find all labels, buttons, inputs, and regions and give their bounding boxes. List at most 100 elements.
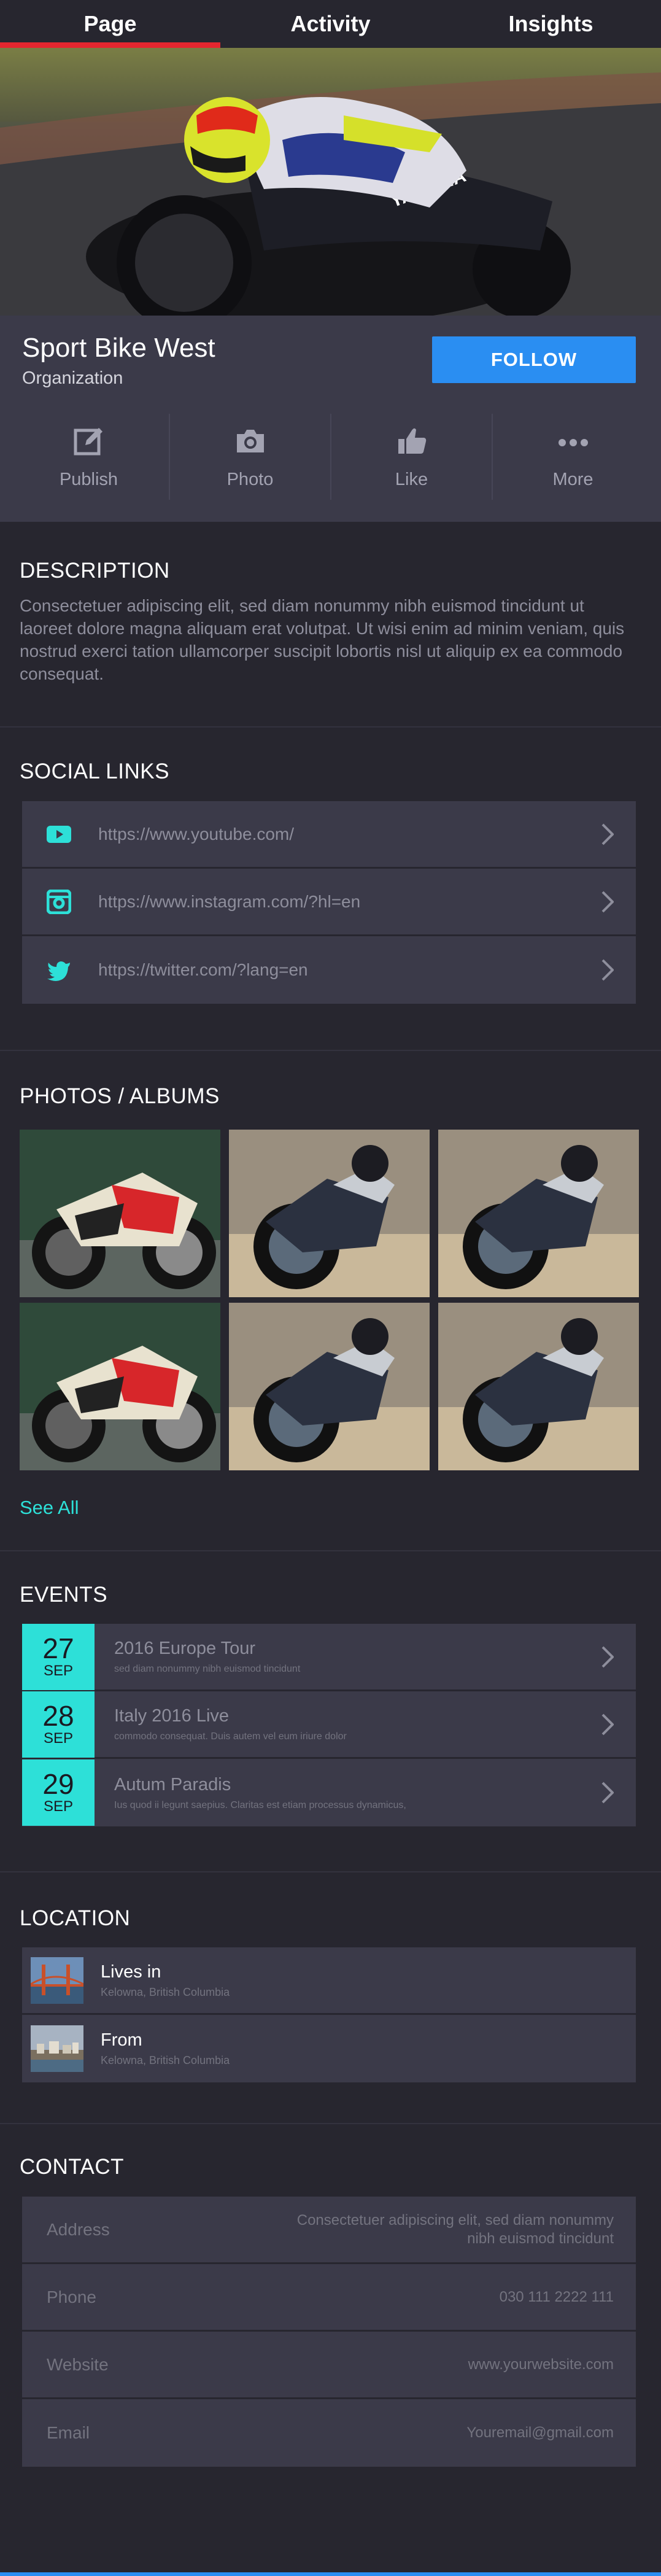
events-heading: EVENTS [20,1583,108,1607]
like-label: Like [395,469,428,489]
photo-thumbnail[interactable] [438,1130,639,1297]
contact-list: Address Consectetuer adipiscing elit, se… [22,2197,636,2467]
location-item[interactable]: From Kelowna, British Columbia [22,2015,636,2082]
contact-value: 030 111 2222 111 [499,2288,614,2305]
tab-page[interactable]: Page [0,0,220,48]
address-line-1: Consectetuer adipiscing elit, sed diam n… [296,2211,614,2229]
more-label: More [552,469,593,489]
event-month: SEP [43,1729,74,1747]
location-title: From [101,2030,142,2050]
event-date-badge: 29 SEP [22,1759,95,1826]
location-list: Lives in Kelowna, British Columbia From … [22,1947,636,2082]
bottom-accent-line [0,2572,661,2576]
chevron-right-icon [601,1713,614,1735]
event-item[interactable]: 27 SEP 2016 Europe Tour sed diam nonummy… [22,1623,636,1691]
more-action[interactable]: More [493,414,653,500]
divider [0,1550,661,1551]
event-date-badge: 28 SEP [22,1691,95,1758]
social-links-list: https://www.youtube.com/ https://www.ins… [22,801,636,1004]
social-link-url: https://www.instagram.com/?hl=en [98,891,361,911]
event-day: 29 [42,1768,74,1800]
chevron-right-icon [601,823,614,845]
contact-value: www.yourwebsite.com [468,2356,614,2373]
event-month: SEP [43,1662,74,1679]
camera-icon [236,429,264,452]
more-icon [558,438,588,446]
events-list: 27 SEP 2016 Europe Tour sed diam nonummy… [22,1623,636,1826]
page-title: Sport Bike West [22,333,215,363]
tab-activity[interactable]: Activity [220,0,441,48]
like-action[interactable]: Like [331,414,493,500]
photo-thumbnail[interactable] [229,1303,430,1470]
contact-value: Consectetuer adipiscing elit, sed diam n… [297,2211,614,2248]
contact-address-row: Address Consectetuer adipiscing elit, se… [22,2197,636,2264]
description-text: Consectetuer adipiscing elit, sed diam n… [20,596,625,683]
see-all-link[interactable]: See All [20,1497,79,1519]
chevron-right-icon [601,891,614,912]
event-day: 28 [42,1699,74,1732]
top-tab-bar: Page Activity Insights [0,0,661,48]
contact-value: Youremail@gmail.com [466,2424,614,2441]
location-item[interactable]: Lives in Kelowna, British Columbia [22,1947,636,2015]
photo-thumbnail[interactable] [229,1130,430,1297]
location-thumbnail [31,2025,83,2072]
contact-label: Email [47,2423,90,2442]
page-category: Organization [22,368,123,388]
event-date-badge: 27 SEP [22,1623,95,1690]
follow-button[interactable]: FOLLOW [432,336,636,383]
event-item[interactable]: 28 SEP Italy 2016 Live commodo consequat… [22,1691,636,1759]
event-month: SEP [43,1798,74,1815]
event-subtitle: Ius quod ii legunt saepius. Claritas est… [114,1799,406,1810]
instagram-icon [47,889,71,914]
photo-thumbnail[interactable] [20,1130,220,1297]
chevron-right-icon [601,959,614,981]
chevron-right-icon [601,1646,614,1667]
contact-label: Website [47,2354,109,2374]
edit-icon [74,427,102,455]
event-title: Autum Paradis [114,1774,231,1794]
publish-action[interactable]: Publish [9,414,170,500]
location-thumbnail [31,1957,83,2004]
divider [0,726,661,727]
address-line-2: nibh euismod tincidunt [467,2230,614,2247]
social-link-youtube[interactable]: https://www.youtube.com/ [22,801,636,869]
social-link-instagram[interactable]: https://www.instagram.com/?hl=en [22,869,636,936]
youtube-icon [47,825,71,843]
location-subtitle: Kelowna, British Columbia [101,2054,230,2066]
twitter-icon [47,961,70,981]
location-subtitle: Kelowna, British Columbia [101,1985,230,1998]
photo-action[interactable]: Photo [170,414,331,500]
thumbs-up-icon [398,428,426,454]
event-title: Italy 2016 Live [114,1706,230,1726]
event-subtitle: sed diam nonummy nibh euismod tincidunt [114,1664,301,1674]
contact-website-row[interactable]: Website www.yourwebsite.com [22,2332,636,2399]
contact-phone-row[interactable]: Phone 030 111 2222 111 [22,2264,636,2332]
event-title: 2016 Europe Tour [114,1639,256,1658]
divider [0,2123,661,2124]
photo-grid [20,1130,639,1470]
event-day: 27 [42,1632,74,1664]
event-subtitle: commodo consequat. Duis autem vel eum ir… [114,1731,347,1742]
tab-insights[interactable]: Insights [441,0,661,48]
description-heading: DESCRIPTION [20,559,170,583]
location-title: Lives in [101,1961,161,1982]
chevron-right-icon [601,1782,614,1804]
photo-label: Photo [226,469,274,489]
action-bar: Publish Photo Like More [9,414,653,500]
social-link-url: https://twitter.com/?lang=en [98,960,308,979]
photo-thumbnail[interactable] [438,1303,639,1470]
contact-label: Address [47,2219,110,2239]
contact-heading: CONTACT [20,2155,125,2179]
photos-heading: PHOTOS / ALBUMS [20,1084,220,1108]
contact-email-row[interactable]: Email Youremail@gmail.com [22,2399,636,2467]
profile-panel: Sport Bike West Organization FOLLOW Publ… [0,316,661,522]
social-link-url: https://www.youtube.com/ [98,824,295,844]
social-link-twitter[interactable]: https://twitter.com/?lang=en [22,936,636,1004]
publish-label: Publish [59,469,118,489]
cover-photo: YAMAHA [0,48,661,316]
photo-thumbnail[interactable] [20,1303,220,1470]
event-item[interactable]: 29 SEP Autum Paradis Ius quod ii legunt … [22,1759,636,1826]
divider [0,1871,661,1872]
social-links-heading: SOCIAL LINKS [20,759,169,783]
divider [0,1050,661,1051]
